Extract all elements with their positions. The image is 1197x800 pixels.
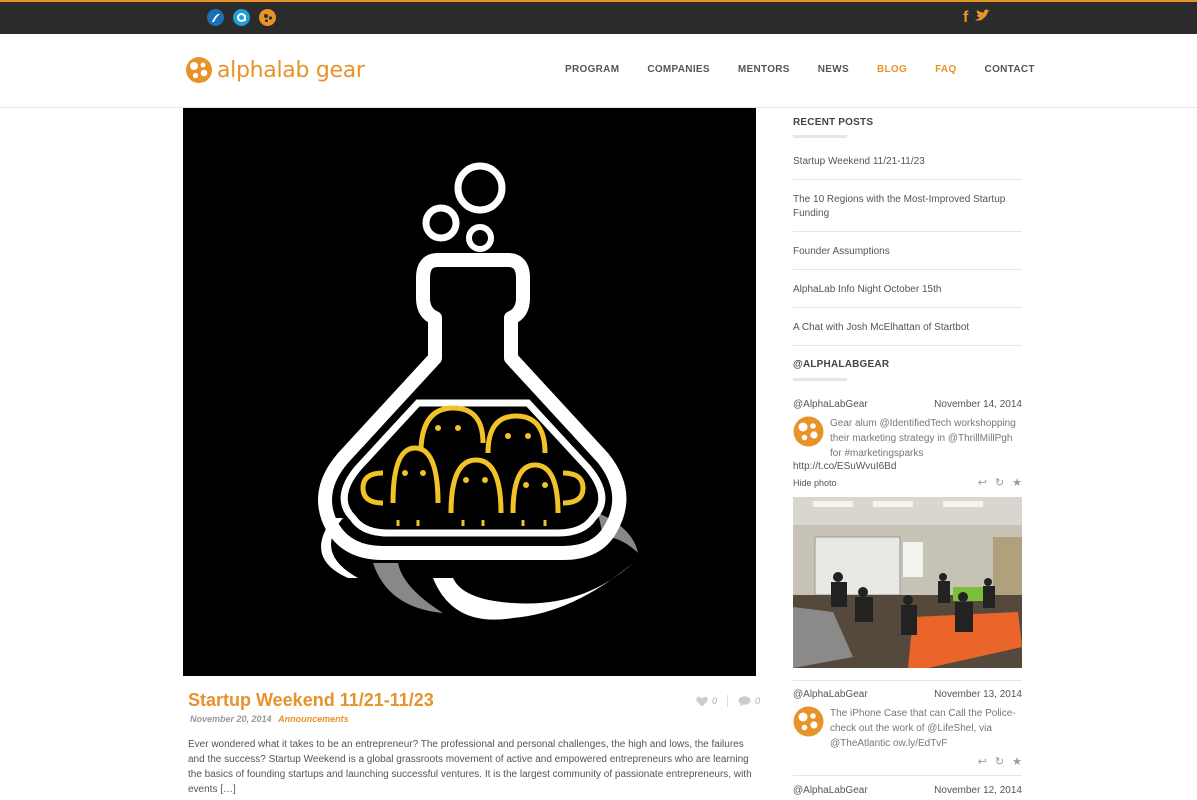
tweet-actions: ↩ ↻ ★ xyxy=(978,755,1022,768)
tweet-handle[interactable]: @AlphaLabGear xyxy=(793,689,868,700)
like-button[interactable]: 0 xyxy=(696,696,717,707)
social-links: f xyxy=(963,9,991,28)
post-featured-image[interactable] xyxy=(183,108,756,676)
twitter-bird-icon[interactable] xyxy=(974,9,991,28)
comment-bubble-icon xyxy=(738,695,751,706)
top-bar: f xyxy=(0,0,1197,34)
tweet-date[interactable]: November 13, 2014 xyxy=(934,689,1022,700)
recent-post-link[interactable]: Founder Assumptions xyxy=(793,240,1022,270)
heading-underline xyxy=(793,378,847,381)
post-title[interactable]: Startup Weekend 11/21-11/23 xyxy=(188,690,434,711)
alpha-a-icon[interactable] xyxy=(233,9,250,26)
site-header: alphalab gear PROGRAM COMPANIES MENTORS … xyxy=(0,34,1197,108)
recent-post-link[interactable]: The 10 Regions with the Most-Improved St… xyxy=(793,188,1022,232)
tweet-header: @AlphaLabGear November 13, 2014 xyxy=(793,689,1022,700)
network-links xyxy=(207,9,276,26)
nav-program[interactable]: PROGRAM xyxy=(565,64,619,75)
tweet: @AlphaLabGear November 13, 2014 The iPho… xyxy=(793,689,1022,771)
tweet-photo[interactable] xyxy=(793,497,1022,668)
nav-contact[interactable]: CONTACT xyxy=(985,64,1035,75)
nav-faq[interactable]: FAQ xyxy=(935,64,956,75)
tweet-body: The iPhone Case that can Call the Police… xyxy=(793,706,1022,751)
tweet-header: @AlphaLabGear November 12, 2014 xyxy=(793,785,1022,796)
tweet-divider xyxy=(793,775,1022,776)
site-logo[interactable]: alphalab gear xyxy=(185,56,365,84)
meeting-room-photo xyxy=(793,497,1022,668)
recent-posts-heading: RECENT POSTS xyxy=(793,117,874,128)
counts-divider xyxy=(727,695,729,707)
recent-post-link[interactable]: Startup Weekend 11/21-11/23 xyxy=(793,150,1022,180)
nav-companies[interactable]: COMPANIES xyxy=(647,64,710,75)
tweet-footer: Hide photo ↩ ↻ ★ xyxy=(793,476,1022,492)
comment-count: 0 xyxy=(755,696,761,706)
alphalab-logo-icon xyxy=(186,57,212,83)
tweet-actions: ↩ ↻ ★ xyxy=(978,476,1022,489)
brand-swoosh-icon[interactable] xyxy=(207,9,224,26)
tweet-date[interactable]: November 14, 2014 xyxy=(934,399,1022,410)
reply-icon[interactable]: ↩ xyxy=(978,755,987,768)
tweet-divider xyxy=(793,680,1022,681)
reply-icon[interactable]: ↩ xyxy=(978,476,987,489)
tweet: @AlphaLabGear November 14, 2014 Gear alu… xyxy=(793,399,1022,492)
tweet-footer: ↩ ↻ ★ xyxy=(793,755,1022,771)
heart-icon xyxy=(696,696,708,706)
recent-post-link[interactable]: A Chat with Josh McElhattan of Startbot xyxy=(793,316,1022,346)
like-count: 0 xyxy=(712,696,718,706)
nav-mentors[interactable]: MENTORS xyxy=(738,64,790,75)
nav-blog[interactable]: BLOG xyxy=(877,64,907,75)
favorite-star-icon[interactable]: ★ xyxy=(1012,755,1022,768)
retweet-icon[interactable]: ↻ xyxy=(995,755,1004,768)
heading-underline xyxy=(793,135,847,138)
tweet-handle[interactable]: @AlphaLabGear xyxy=(793,399,868,410)
avatar[interactable] xyxy=(793,706,824,737)
main-nav: PROGRAM COMPANIES MENTORS NEWS BLOG FAQ … xyxy=(565,64,1063,75)
nav-news[interactable]: NEWS xyxy=(818,64,849,75)
tweet-text: The iPhone Case that can Call the Police… xyxy=(830,708,1016,749)
tweet: @AlphaLabGear November 12, 2014 xyxy=(793,785,1022,796)
avatar[interactable] xyxy=(793,416,824,447)
tweet-header: @AlphaLabGear November 14, 2014 xyxy=(793,399,1022,410)
tweet-handle[interactable]: @AlphaLabGear xyxy=(793,785,868,796)
tweet-text: Gear alum @IdentifiedTech workshopping t… xyxy=(830,418,1016,459)
tweet-body: Gear alum @IdentifiedTech workshopping t… xyxy=(793,416,1022,461)
retweet-icon[interactable]: ↻ xyxy=(995,476,1004,489)
logo-word-gear: gear xyxy=(309,57,365,83)
recent-posts-list: Startup Weekend 11/21-11/23 The 10 Regio… xyxy=(793,150,1022,354)
logo-text: alphalab gear xyxy=(217,58,365,83)
logo-word-alphalab: alphalab xyxy=(217,57,310,83)
post-meta: November 20, 2014 Announcements xyxy=(190,714,349,724)
facebook-icon[interactable]: f xyxy=(963,9,968,28)
post-excerpt: Ever wondered what it takes to be an ent… xyxy=(188,739,752,795)
flask-illustration xyxy=(318,162,638,620)
post-category[interactable]: Announcements xyxy=(278,714,349,724)
post-date: November 20, 2014 xyxy=(190,714,272,724)
post-counts: 0 0 xyxy=(696,695,760,707)
alphalab-dots-icon[interactable] xyxy=(259,9,276,26)
tweet-date[interactable]: November 12, 2014 xyxy=(934,785,1022,796)
hide-photo-link[interactable]: Hide photo xyxy=(793,478,837,488)
tweet-link[interactable]: http://t.co/ESuWvuI6Bd xyxy=(793,461,1022,472)
favorite-star-icon[interactable]: ★ xyxy=(1012,476,1022,489)
comments-button[interactable]: 0 xyxy=(738,695,761,707)
twitter-heading: @ALPHALABGEAR xyxy=(793,359,890,370)
recent-post-link[interactable]: AlphaLab Info Night October 15th xyxy=(793,278,1022,308)
